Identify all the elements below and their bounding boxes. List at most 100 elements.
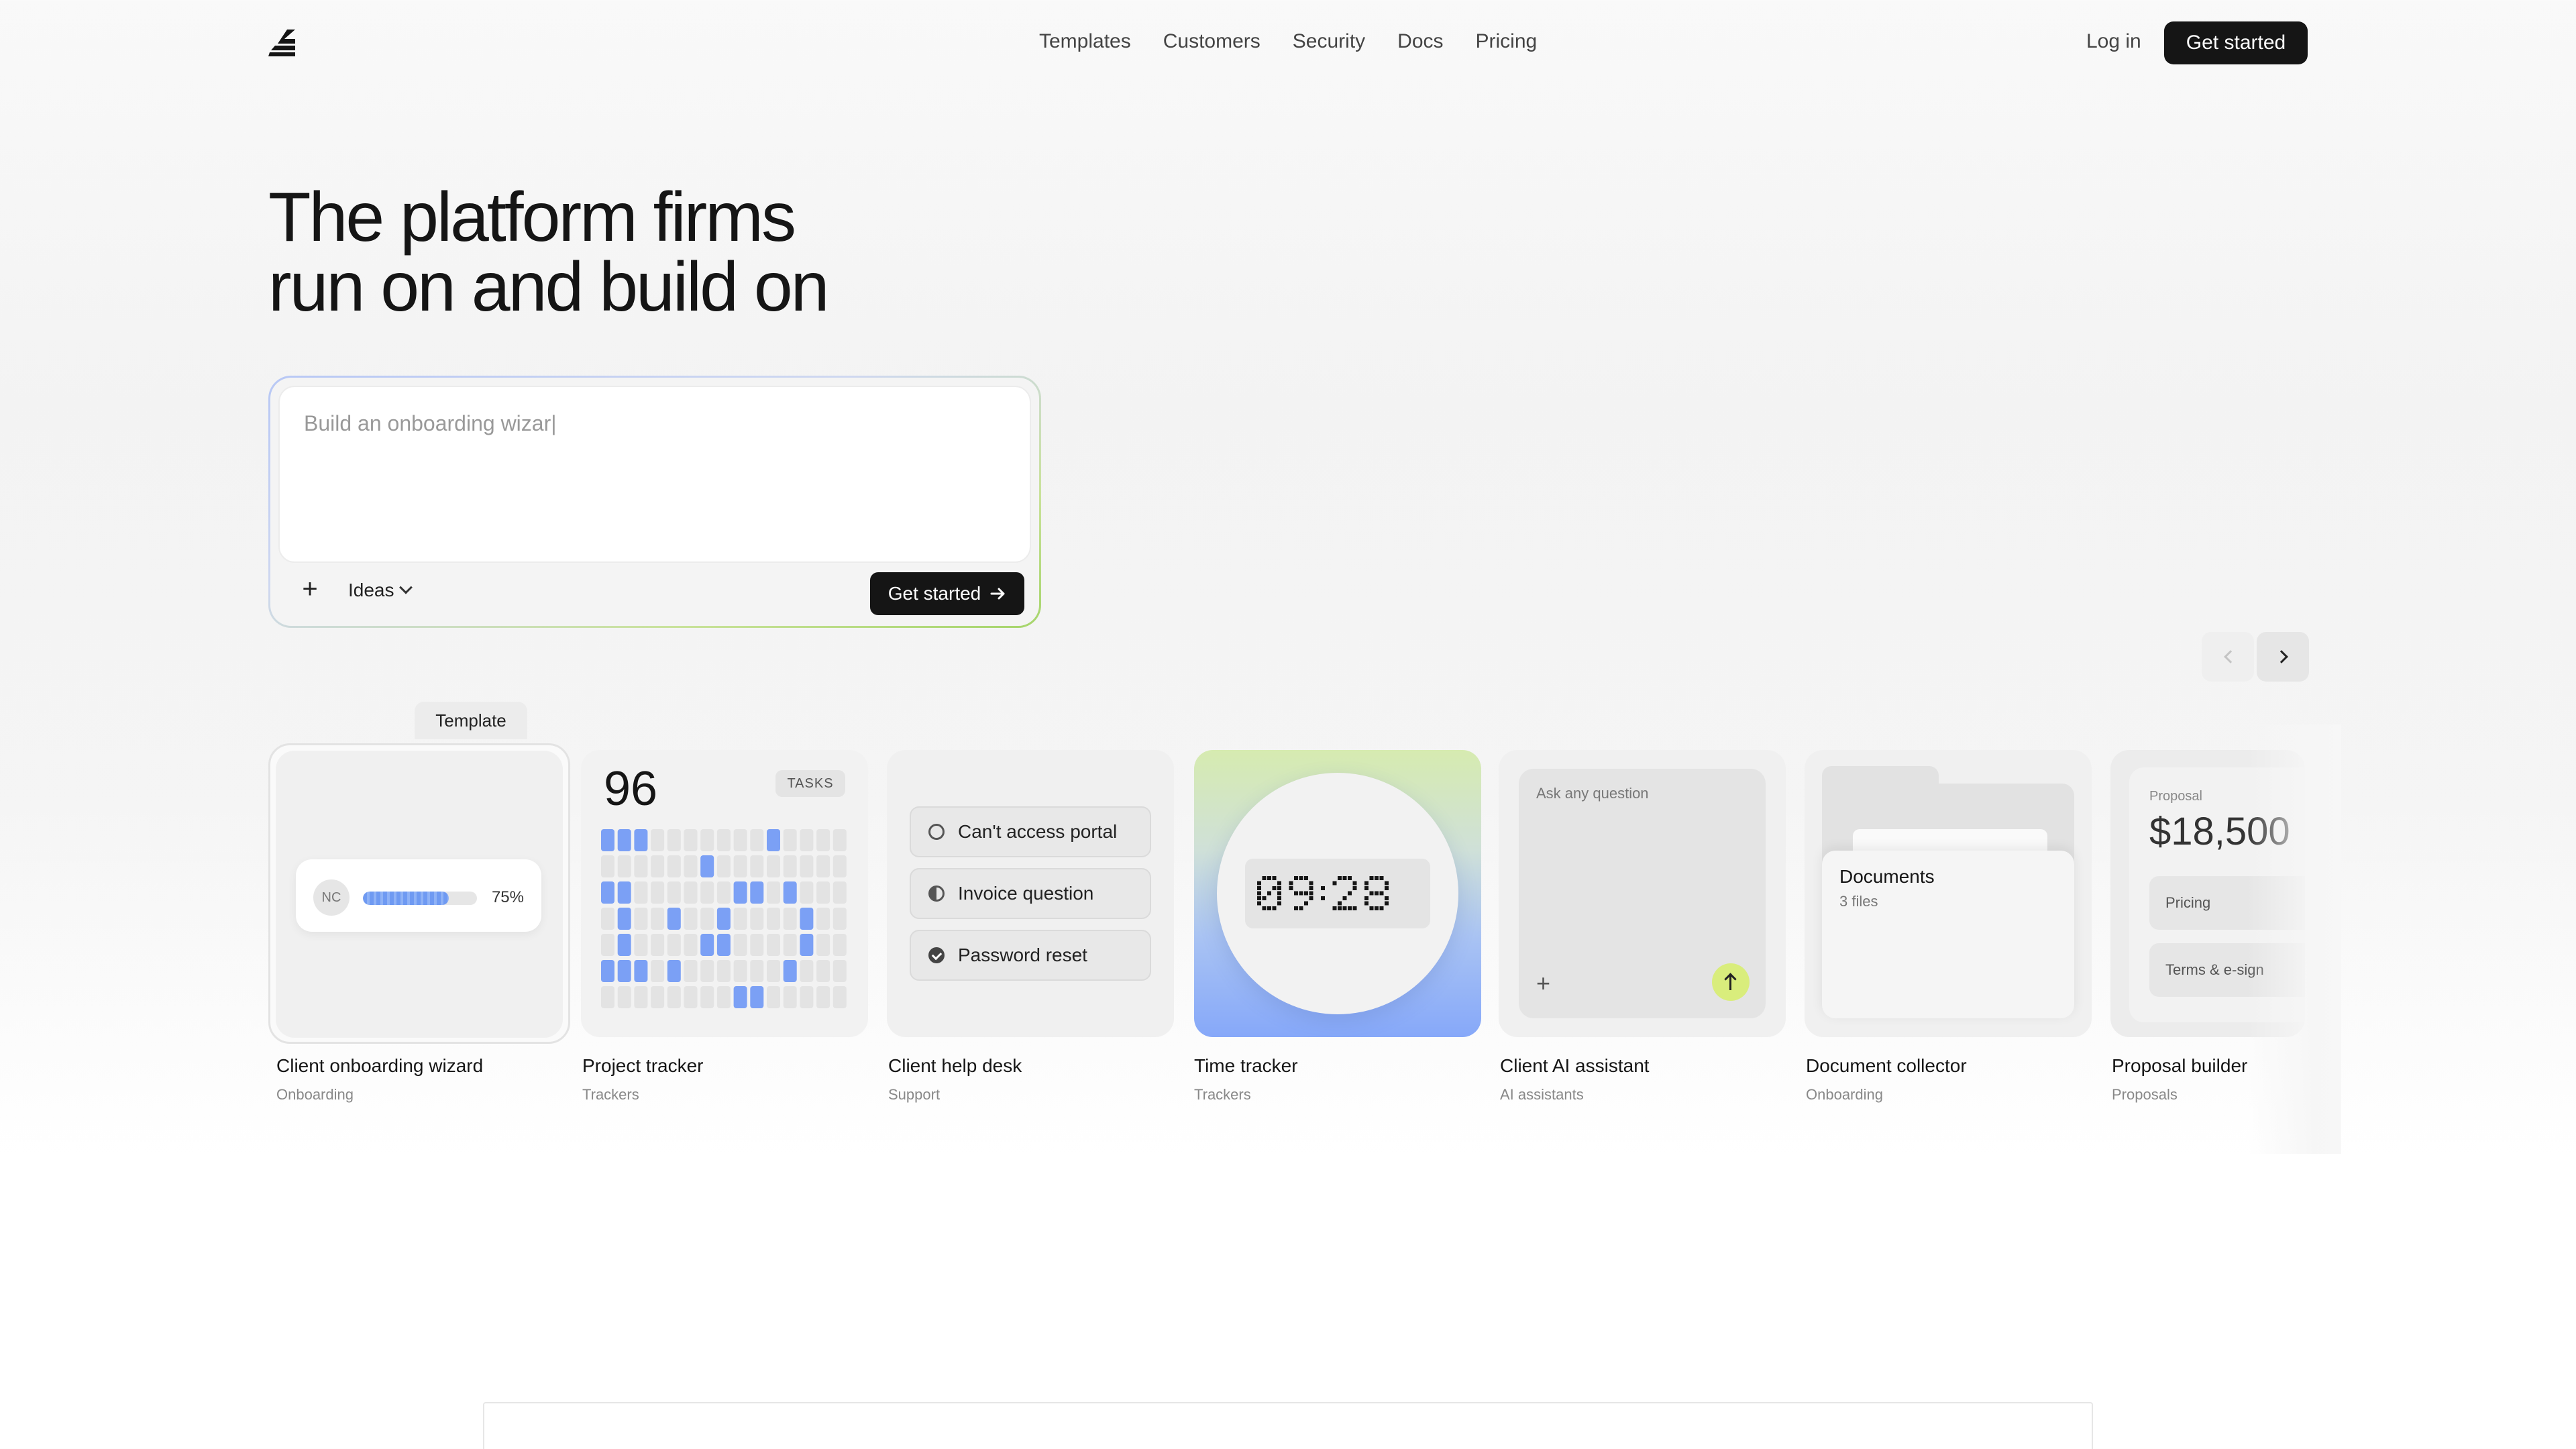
hero-title: The platform firms run on and build on [268, 182, 1140, 322]
ticket-label: Invoice question [958, 883, 1094, 904]
task-cell [767, 855, 780, 877]
task-cell [601, 934, 614, 956]
chat-input-box[interactable]: Ask any question + [1519, 769, 1766, 1018]
template-title[interactable]: Client help desk [888, 1055, 1022, 1077]
task-cell [800, 829, 814, 851]
task-cell [783, 986, 797, 1008]
task-cell [651, 986, 665, 1008]
task-cell [800, 855, 814, 877]
task-cell [733, 855, 747, 877]
carousel-next-button[interactable] [2257, 632, 2309, 682]
template-title[interactable]: Time tracker [1194, 1055, 1298, 1077]
task-cell [667, 934, 681, 956]
timer-digit [1257, 876, 1281, 910]
next-section-panel [483, 1402, 2093, 1449]
task-cell [767, 986, 780, 1008]
arrow-right-icon [990, 588, 1005, 600]
template-title[interactable]: Client AI assistant [1500, 1055, 1650, 1077]
ideas-dropdown[interactable]: Ideas [348, 579, 413, 602]
task-cell-active [716, 908, 731, 930]
task-cell [833, 881, 847, 904]
carousel-prev-button[interactable] [2202, 632, 2254, 682]
task-cell [716, 986, 731, 1008]
prompt-submit-button[interactable]: Get started [870, 572, 1024, 615]
task-cell [783, 934, 797, 956]
template-card-time-tracker[interactable] [1194, 750, 1481, 1037]
template-category: AI assistants [1500, 1086, 1584, 1103]
timer-display [1245, 859, 1430, 928]
timer-digit [1332, 876, 1357, 910]
task-cell [716, 855, 731, 877]
template-card-project-tracker[interactable]: 96 TASKS [581, 750, 868, 1037]
template-card-document-collector[interactable]: Documents 3 files [1805, 750, 2092, 1037]
half-circle-icon [928, 885, 945, 902]
template-title[interactable]: Document collector [1806, 1055, 1967, 1077]
task-cell [651, 908, 665, 930]
ticket-item[interactable]: Can't access portal [910, 806, 1151, 857]
task-cell-active [716, 934, 731, 956]
task-cell [750, 829, 764, 851]
task-cell [750, 855, 764, 877]
task-cell [816, 908, 830, 930]
template-card-client-help-desk[interactable]: Can't access portal Invoice question Pas… [887, 750, 1174, 1037]
task-cell [750, 934, 764, 956]
task-cell [684, 881, 698, 904]
task-cell [651, 934, 665, 956]
task-cell-active [800, 934, 814, 956]
template-card-client-onboarding-wizard[interactable]: NC 75% [276, 751, 563, 1038]
template-category: Trackers [1194, 1086, 1251, 1103]
get-started-button[interactable]: Get started [2164, 21, 2308, 64]
task-cell-active [601, 881, 614, 904]
send-button[interactable] [1712, 963, 1750, 1001]
template-title[interactable]: Client onboarding wizard [276, 1055, 483, 1077]
task-cell [634, 934, 648, 956]
template-title[interactable]: Proposal builder [2112, 1055, 2247, 1077]
task-cell [767, 908, 780, 930]
task-cell [800, 881, 814, 904]
task-cell-active [733, 986, 747, 1008]
nav-link-docs[interactable]: Docs [1397, 28, 1443, 55]
prompt-submit-label: Get started [888, 583, 981, 604]
task-cell [617, 855, 631, 877]
nav-link-pricing[interactable]: Pricing [1476, 28, 1538, 55]
task-cell [816, 829, 830, 851]
ticket-item[interactable]: Invoice question [910, 868, 1151, 919]
task-cell [800, 960, 814, 982]
task-cell [601, 986, 614, 1008]
task-cell-active [700, 855, 714, 877]
add-icon[interactable]: + [1536, 970, 1550, 997]
task-cell [700, 908, 714, 930]
chevron-down-icon [398, 580, 413, 594]
ticket-label: Can't access portal [958, 821, 1118, 842]
task-cell [601, 855, 614, 877]
task-cell-active [617, 908, 631, 930]
login-link[interactable]: Log in [2086, 28, 2141, 55]
task-cell-active [667, 960, 681, 982]
brand-logo-icon[interactable] [268, 27, 299, 58]
task-cell-active [733, 881, 747, 904]
task-cell-active [634, 960, 648, 982]
nav-links: Templates Customers Security Docs Pricin… [1039, 28, 1537, 55]
tasks-badge: TASKS [775, 770, 845, 797]
task-cell [684, 829, 698, 851]
task-cell [667, 986, 681, 1008]
template-card-client-ai-assistant[interactable]: Ask any question + [1499, 750, 1786, 1037]
add-attachment-icon[interactable]: + [294, 574, 325, 604]
task-cell [767, 881, 780, 904]
task-cell [767, 960, 780, 982]
prompt-input[interactable]: Build an onboarding wizar| [278, 386, 1031, 563]
task-cell [716, 829, 731, 851]
timer-digit [1364, 876, 1389, 910]
task-cell [816, 960, 830, 982]
task-cell [700, 829, 714, 851]
task-cell [651, 960, 665, 982]
task-cell [750, 908, 764, 930]
timer-digit [1289, 876, 1313, 910]
ticket-item[interactable]: Password reset [910, 930, 1151, 981]
nav-link-security[interactable]: Security [1293, 28, 1365, 55]
template-title[interactable]: Project tracker [582, 1055, 704, 1077]
nav-link-customers[interactable]: Customers [1163, 28, 1260, 55]
task-cell [700, 986, 714, 1008]
task-cell [816, 934, 830, 956]
nav-link-templates[interactable]: Templates [1039, 28, 1131, 55]
